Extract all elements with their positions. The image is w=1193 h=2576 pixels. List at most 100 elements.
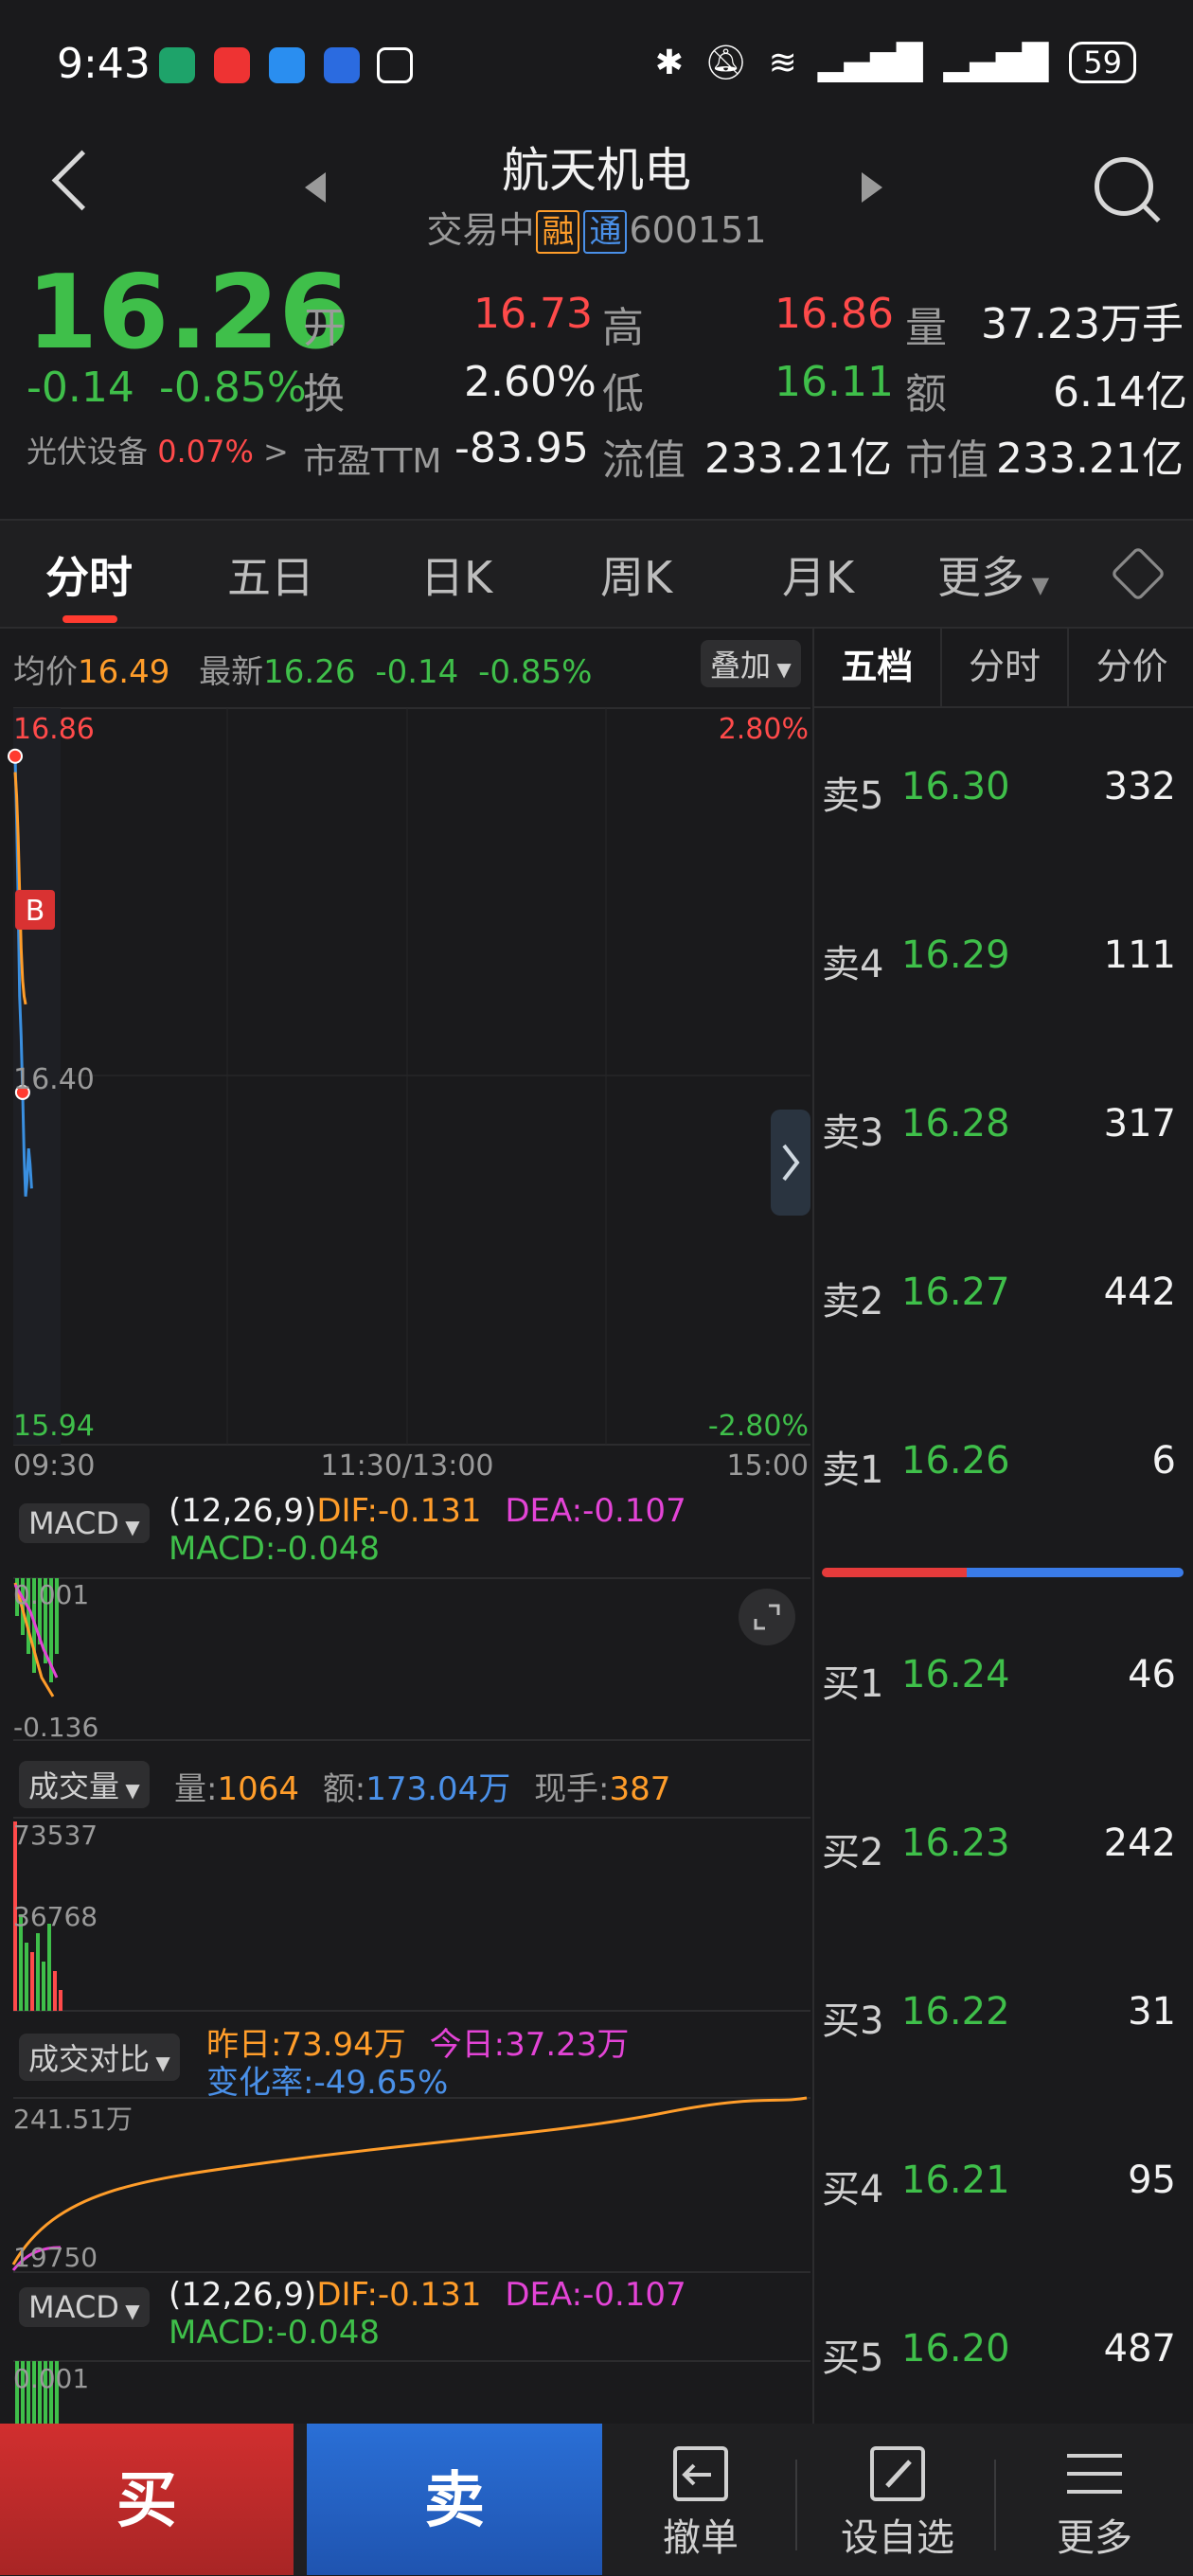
buy-label: 买4 xyxy=(822,2168,884,2212)
compare-menu[interactable]: 成交对比 ▼ xyxy=(19,2034,180,2081)
app-notification-icon xyxy=(159,47,195,83)
edit-icon xyxy=(870,2446,925,2501)
high-value: 16.86 xyxy=(775,290,894,338)
signal-icon: ▂▄▆█ xyxy=(943,43,1049,82)
macd-params: (12,26,9) xyxy=(169,1492,317,1530)
tab-price-dist[interactable]: 分价 xyxy=(1069,627,1193,706)
buy-button[interactable]: 买 xyxy=(0,2424,294,2575)
buy-volume: 242 xyxy=(1103,1821,1176,1865)
wifi-icon: ≋ xyxy=(768,43,797,82)
amt-value: 173.04万 xyxy=(365,1770,511,1808)
macd-menu[interactable]: MACD ▼ xyxy=(19,1503,150,1543)
undo-icon xyxy=(673,2446,728,2501)
macd-value: MACD:-0.048 xyxy=(169,1530,380,1568)
more-menu-label: 更多 xyxy=(1057,2516,1132,2560)
sell-row: 卖2 16.27 442 xyxy=(814,1270,1193,1327)
sell-volume: 332 xyxy=(1103,765,1176,808)
divider xyxy=(795,2460,797,2550)
macd2-value: MACD:-0.048 xyxy=(169,2314,380,2352)
sell-button[interactable]: 卖 xyxy=(307,2424,602,2575)
sell-volume: 111 xyxy=(1103,933,1176,977)
macd-tick-bottom: -0.136 xyxy=(13,1712,98,1743)
search-icon[interactable] xyxy=(1095,157,1153,216)
x-tick-open: 09:30 xyxy=(13,1449,95,1483)
active-tab-indicator xyxy=(62,615,117,623)
tab-intraday[interactable]: 分时 xyxy=(45,543,133,606)
sell-label: 卖1 xyxy=(822,1448,884,1492)
high-label: 高 xyxy=(602,304,644,352)
buy-volume: 487 xyxy=(1103,2327,1176,2371)
tab-weekly-k[interactable]: 周K xyxy=(600,543,672,606)
tab-ticks[interactable]: 分时 xyxy=(942,627,1070,706)
more-menu-button[interactable]: 更多 xyxy=(1000,2424,1189,2575)
compare-rate: 变化率:-49.65% xyxy=(206,2064,449,2102)
buy-volume: 31 xyxy=(1128,1990,1176,2034)
buy-volume: 46 xyxy=(1128,1653,1176,1697)
sell-label: 卖5 xyxy=(822,774,884,818)
trade-point-marker[interactable] xyxy=(8,748,23,764)
open-value: 16.73 xyxy=(473,290,593,338)
tab-five-day[interactable]: 五日 xyxy=(227,543,314,606)
amt-label: 额: xyxy=(322,1770,366,1808)
tab-five-levels[interactable]: 五档 xyxy=(814,627,942,706)
tab-more[interactable]: 更多 ▼ xyxy=(937,543,1049,606)
buy-price: 16.24 xyxy=(901,1653,1010,1697)
sell-row: 卖5 16.30 332 xyxy=(814,765,1193,822)
low-label: 低 xyxy=(602,370,644,418)
connect-tag: 通 xyxy=(583,210,628,254)
volume-value: 37.23万手 xyxy=(981,300,1184,348)
volume-tick-mid: 36768 xyxy=(13,1901,98,1932)
mute-icon: 🔕︎ xyxy=(703,44,748,82)
next-stock-icon[interactable] xyxy=(862,172,882,203)
compare-tick-bottom: 19750 xyxy=(13,2242,98,2273)
macd2-menu[interactable]: MACD ▼ xyxy=(19,2287,150,2327)
buy-label: 买5 xyxy=(822,2336,884,2380)
sell-volume: 6 xyxy=(1151,1439,1176,1483)
macd-values: (12,26,9)DIF:-0.131 DEA:-0.107 xyxy=(169,1492,686,1530)
macd-dif: DIF:-0.131 xyxy=(316,1492,482,1530)
cancel-order-button[interactable]: 撤单 xyxy=(606,2424,795,2575)
buy-row: 买2 16.23 242 xyxy=(814,1821,1193,1878)
macd2-dea: DEA:-0.107 xyxy=(505,2276,686,2314)
sell-label: 卖4 xyxy=(822,943,884,986)
bottom-action-bar: 买 卖 撤单 设自选 更多 xyxy=(0,2424,1193,2575)
sell-label: 卖3 xyxy=(822,1111,884,1155)
price-change-pct: -0.85% xyxy=(159,364,307,412)
open-label: 开 xyxy=(303,304,345,352)
mkt-cap-label: 市值 xyxy=(905,436,988,485)
menu-icon xyxy=(1067,2454,1122,2494)
volume-tick-top: 73537 xyxy=(13,1820,98,1851)
buy-price: 16.21 xyxy=(901,2159,1010,2202)
macd2-tick-top: 0.001 xyxy=(13,2363,89,2394)
stock-subtitle: 交易中融通 600151 xyxy=(0,201,1193,254)
sector-pct: 0.07% xyxy=(157,434,254,470)
hand-label: 现手: xyxy=(534,1770,610,1808)
hand-value: 387 xyxy=(609,1770,671,1808)
tab-daily-k[interactable]: 日K xyxy=(420,543,492,606)
buy-sell-ratio-bar xyxy=(822,1568,1184,1577)
compare-tick-top: 241.51万 xyxy=(13,2104,133,2135)
stock-code: 600151 xyxy=(629,209,767,251)
ratio-buy-fill xyxy=(822,1568,967,1577)
buy-label: 买3 xyxy=(822,1999,884,2043)
sector-link[interactable]: 光伏设备 0.07% > xyxy=(27,428,289,471)
tab-monthly-k[interactable]: 月K xyxy=(782,543,854,606)
x-tick-mid: 11:30/13:00 xyxy=(320,1449,493,1483)
expand-panel-handle[interactable] xyxy=(771,1110,810,1216)
amount-label: 额 xyxy=(905,370,947,418)
caret-down-icon: ▼ xyxy=(150,2052,170,2074)
add-watchlist-button[interactable]: 设自选 xyxy=(803,2424,992,2575)
volume-menu-label: 成交量 xyxy=(28,1768,120,1804)
amount-value: 6.14亿 xyxy=(1053,368,1187,417)
macd2-params: (12,26,9) xyxy=(169,2276,317,2314)
fullscreen-button[interactable] xyxy=(739,1589,795,1645)
app-notification-icon xyxy=(214,47,250,83)
float-cap-value: 233.21亿 xyxy=(704,435,892,483)
turnover-value: 2.60% xyxy=(464,358,596,406)
macd-menu-label: MACD xyxy=(28,1505,119,1541)
volume-menu[interactable]: 成交量 ▼ xyxy=(19,1761,150,1808)
sell-label: 卖2 xyxy=(822,1280,884,1324)
buy-volume: 95 xyxy=(1128,2159,1176,2202)
buy-marker-label: B xyxy=(26,895,45,928)
vol-value: 1064 xyxy=(217,1770,299,1808)
